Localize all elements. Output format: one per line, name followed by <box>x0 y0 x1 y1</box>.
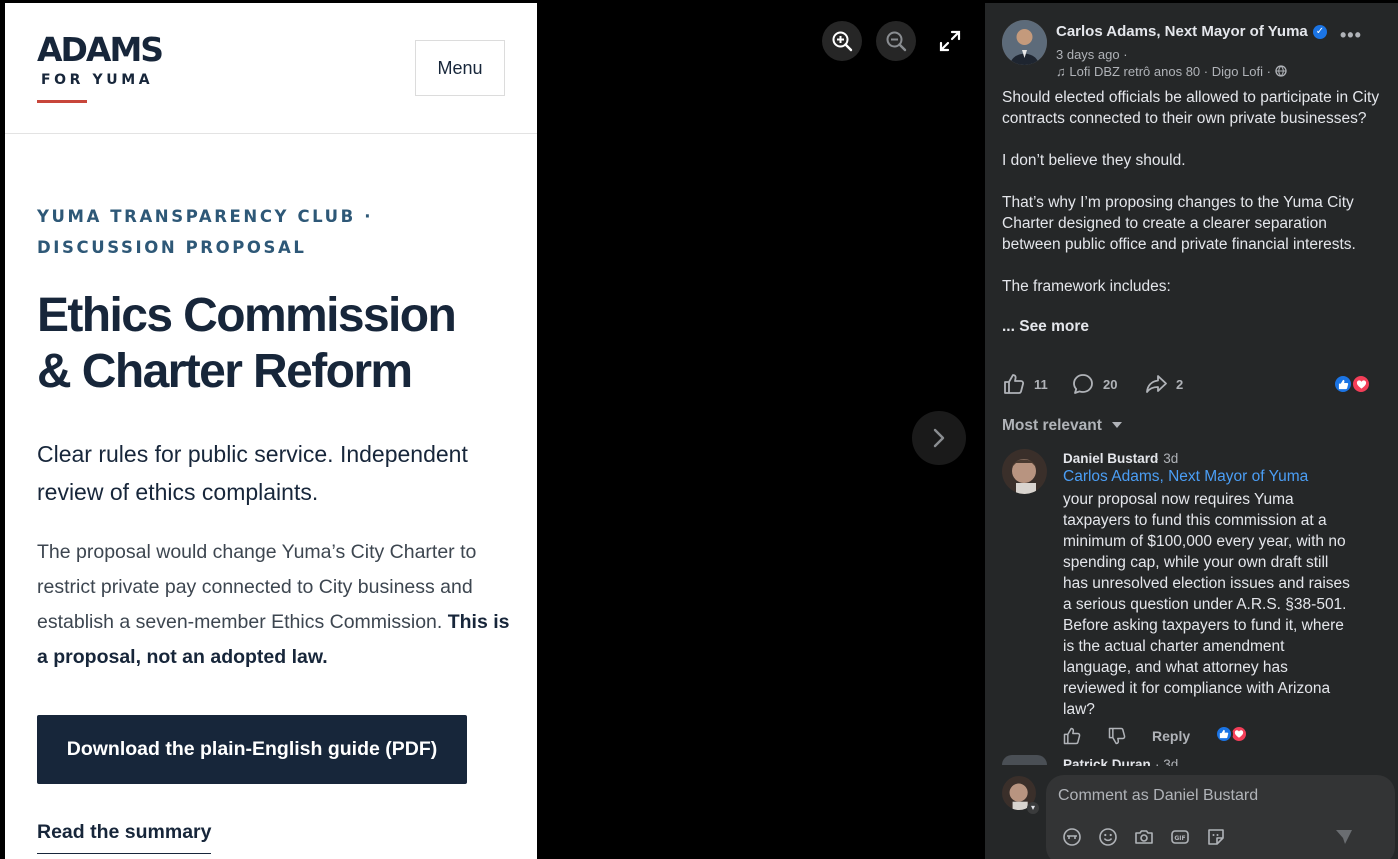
comment-count: 20 <box>1103 376 1118 392</box>
zoom-in-button[interactable] <box>822 21 862 61</box>
see-more-link[interactable]: ... See more <box>1002 318 1089 336</box>
commenter-photo <box>1002 449 1047 494</box>
post-paragraph: I don’t believe they should. <box>1002 152 1186 169</box>
caret-down-icon <box>1112 422 1123 428</box>
zoom-in-icon <box>832 31 853 52</box>
comment-reply-button[interactable]: Reply <box>1152 728 1190 744</box>
like-reaction-icon <box>1333 374 1353 394</box>
gif-icon[interactable]: GIF <box>1170 827 1190 847</box>
send-icon[interactable] <box>1334 827 1354 847</box>
camera-icon[interactable] <box>1134 827 1154 847</box>
commenter-avatar[interactable] <box>1002 449 1047 494</box>
globe-icon <box>1274 65 1287 77</box>
share-icon <box>1146 375 1167 393</box>
zoom-out-button[interactable] <box>876 21 916 61</box>
next-commenter-name[interactable]: Patrick Duran <box>1063 757 1151 766</box>
thumbs-down-icon <box>1108 727 1126 745</box>
thumbs-up-icon <box>1063 727 1081 745</box>
post-paragraph: The framework includes: <box>1002 278 1171 295</box>
body-text: The proposal would change Yuma’s City Ch… <box>37 541 477 633</box>
read-summary-link: Read the summary <box>37 821 212 854</box>
music-title: Lofi DBZ retrô anos 80 · Digo Lofi · <box>1069 64 1271 79</box>
comment-like-button[interactable] <box>1062 726 1082 751</box>
comment-timestamp[interactable]: · 3d <box>1155 451 1178 466</box>
comment-text: your proposal now requires Yuma taxpayer… <box>1063 491 1350 718</box>
download-pdf-button: Download the plain-English guide (PDF) <box>37 715 467 784</box>
love-reaction-icon <box>1351 374 1371 394</box>
share-count: 2 <box>1176 376 1184 392</box>
post-author-name[interactable]: Carlos Adams, Next Mayor of Yuma <box>1056 23 1308 40</box>
comment-like-reaction-icon <box>1215 725 1233 743</box>
comment-button[interactable]: 20 <box>1071 372 1117 396</box>
headline-line-1: Ethics Commission <box>37 289 457 342</box>
site-logo-subtitle: FOR YUMA <box>41 72 154 88</box>
fullscreen-icon <box>939 30 961 52</box>
verified-badge-icon: ✓ <box>1313 25 1327 39</box>
switch-profile-chevron-icon[interactable]: ▾ <box>1027 802 1039 814</box>
page-headline: Ethics Commission & Charter Reform <box>37 288 517 400</box>
svg-text:GIF: GIF <box>1174 835 1185 842</box>
logo-underline <box>37 100 87 103</box>
comment-input[interactable]: Comment as Daniel Bustard <box>1058 787 1258 805</box>
like-button[interactable]: 11 <box>1002 372 1048 396</box>
fullscreen-button[interactable] <box>938 29 962 58</box>
comment-composer[interactable]: Comment as Daniel Bustard GIF <box>1046 775 1395 859</box>
next-commenter-avatar[interactable] <box>1002 755 1047 765</box>
post-text: Should elected officials be allowed to p… <box>1002 87 1382 318</box>
subheadline: Clear rules for public service. Independ… <box>37 441 468 505</box>
like-icon <box>1004 374 1025 394</box>
comment-icon <box>1073 374 1093 394</box>
site-menu-button: Menu <box>415 40 505 96</box>
sticker-icon[interactable] <box>1206 827 1226 847</box>
post-side-panel: Carlos Adams, Next Mayor of Yuma ✓ ••• 3… <box>985 3 1398 859</box>
emoji-icon[interactable] <box>1098 827 1118 847</box>
next-comment-timestamp[interactable]: · 3d <box>1155 757 1178 766</box>
post-music[interactable]: ♫ Lofi DBZ retrô anos 80 · Digo Lofi · <box>1056 64 1287 79</box>
headline-line-2: & Charter Reform <box>37 345 413 398</box>
site-header: ADAMS FOR YUMA Menu <box>5 3 537 134</box>
body-copy: The proposal would change Yuma’s City Ch… <box>37 535 517 675</box>
post-paragraph: That’s why I’m proposing changes to the … <box>1002 194 1356 253</box>
post-timestamp[interactable]: 3 days ago · <box>1056 47 1128 62</box>
eyebrow-label: YUMA TRANSPARENCY CLUB · DISCUSSION PROP… <box>37 207 374 257</box>
sort-label: Most relevant <box>1002 417 1102 434</box>
post-paragraph: Should elected officials be allowed to p… <box>1002 89 1380 127</box>
post-photo: ADAMS FOR YUMA Menu YUMA TRANSPARENCY CL… <box>5 3 537 859</box>
site-logo: ADAMS <box>37 30 164 69</box>
author-avatar[interactable] <box>1002 20 1047 65</box>
comment-dislike-button[interactable] <box>1107 726 1127 751</box>
zoom-out-icon <box>886 31 907 52</box>
share-button[interactable]: 2 <box>1144 372 1183 396</box>
next-photo-button[interactable] <box>912 411 966 465</box>
chevron-right-icon <box>933 428 945 448</box>
music-note-icon: ♫ <box>1056 64 1066 79</box>
like-count: 11 <box>1034 376 1048 392</box>
avatar-sticker-icon[interactable] <box>1062 827 1082 847</box>
author-photo <box>1002 20 1047 65</box>
more-options-icon[interactable]: ••• <box>1340 25 1362 46</box>
commenter-name[interactable]: Daniel Bustard <box>1063 451 1158 466</box>
comment-sort-dropdown[interactable]: Most relevant <box>1002 417 1123 435</box>
comment-mention-link[interactable]: Carlos Adams, Next Mayor of Yuma <box>1063 468 1308 486</box>
